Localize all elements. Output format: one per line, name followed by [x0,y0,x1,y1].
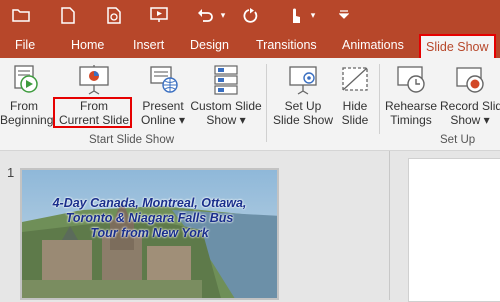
slide-number: 1 [7,165,15,180]
rehearse-timings-button[interactable]: Rehearse Timings [384,60,438,132]
set-up-slide-show-label-1: Set Up [284,99,322,113]
slide-thumbnail[interactable]: 4-Day Canada, Montreal, Ottawa, Toronto … [20,168,279,300]
play-slideshow-icon[interactable] [148,5,170,25]
tab-insert[interactable]: Insert [133,32,164,58]
tab-file[interactable]: File [15,32,35,58]
ribbon-panel: From Beginning From Current Slide Presen… [0,58,500,151]
group-label-set-up: Set Up [440,134,476,146]
set-up-slide-show-label-2: Slide Show [272,113,334,127]
ribbon-tab-bar: File Home Insert Design Transitions Anim… [0,32,500,58]
present-online-label-2: Online ▾ [140,113,186,127]
hide-slide-button[interactable]: Hide Slide [337,60,373,132]
custom-slide-show-button[interactable]: Custom Slide Show ▾ [189,60,263,132]
tab-slide-show[interactable]: Slide Show [419,34,496,58]
quick-access-toolbar: ▾ ▾ [0,0,500,32]
thumbnail-title: 4-Day Canada, Montreal, Ottawa, Toronto … [22,196,277,241]
print-preview-icon[interactable] [104,5,124,25]
customize-qat-icon[interactable] [338,5,350,25]
from-beginning-icon [7,64,41,96]
record-slide-show-button[interactable]: Record Slide Show ▾ [440,60,500,132]
from-beginning-label-2: Beginning [0,113,54,127]
pane-splitter[interactable] [389,151,390,300]
button-divider [379,64,380,134]
tab-animations[interactable]: Animations [342,32,404,58]
thumbnail-title-line-2: Toronto & Niagara Falls Bus [65,211,234,225]
group-label-start-slide-show: Start Slide Show [89,134,175,146]
record-slide-show-icon [453,64,487,96]
tab-design[interactable]: Design [190,32,229,58]
set-up-slide-show-button[interactable]: Set Up Slide Show [271,60,335,132]
rehearse-timings-label-2: Timings [390,113,432,127]
tab-home[interactable]: Home [71,32,104,58]
custom-slide-show-label-2: Show ▾ [206,113,246,127]
from-current-slide-icon [77,64,111,96]
open-folder-icon[interactable] [10,5,32,25]
tab-transitions[interactable]: Transitions [256,32,317,58]
dropdown-arrow-icon[interactable]: ▾ [218,5,228,25]
rehearse-timings-icon [394,64,428,96]
touch-mode-icon[interactable] [286,5,304,25]
dropdown-arrow-icon[interactable]: ▾ [308,5,318,25]
thumbnail-title-line-3: Tour from New York [90,226,209,240]
rehearse-timings-label-1: Rehearse [384,99,438,113]
from-beginning-button[interactable]: From Beginning [0,60,54,132]
hide-slide-icon [338,64,372,96]
present-online-label-1: Present [142,99,184,113]
highlight-box [53,97,132,128]
hide-slide-label-2: Slide [341,113,369,127]
undo-icon[interactable] [196,5,214,25]
slide-editing-area[interactable] [408,158,500,302]
thumbnail-title-line-1: 4-Day Canada, Montreal, Ottawa, [52,196,247,210]
redo-icon[interactable] [241,5,259,25]
group-divider [266,64,267,142]
from-beginning-label-1: From [10,99,38,113]
record-slide-show-label-1: Record Slide [440,99,500,113]
present-online-icon [146,64,180,96]
custom-slide-show-label-1: Custom Slide [190,99,262,113]
set-up-slide-show-icon [286,64,320,96]
hide-slide-label-1: Hide [342,99,368,113]
record-slide-show-label-2: Show ▾ [450,113,490,127]
present-online-button[interactable]: Present Online ▾ [139,60,187,132]
new-file-icon[interactable] [58,5,78,25]
custom-slide-show-icon [209,64,243,96]
